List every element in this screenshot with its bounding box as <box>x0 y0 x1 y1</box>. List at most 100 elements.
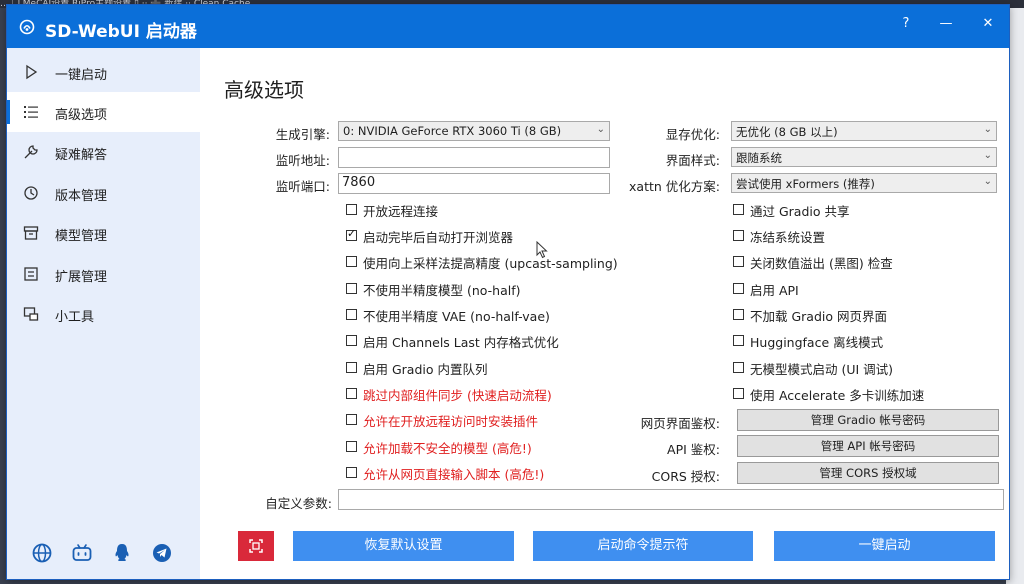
manage-gradio-auth-button[interactable]: 管理 Gradio 帐号密码 <box>737 409 999 431</box>
checkbox-label: 启用 Gradio 内置队列 <box>363 362 488 377</box>
listen-address-input[interactable] <box>338 147 610 168</box>
custom-args-input[interactable] <box>338 489 1004 510</box>
extension-icon <box>24 267 38 281</box>
checkbox-label: 启动完毕后自动打开浏览器 <box>363 230 514 245</box>
checkbox-box[interactable] <box>733 335 744 346</box>
screenshot-icon <box>249 539 263 553</box>
window-title: SD-WebUI 启动器 <box>45 22 197 42</box>
bilibili-icon[interactable] <box>71 542 93 564</box>
checkbox-box[interactable] <box>733 256 744 267</box>
vram-select-value: 无优化 (8 GB 以上) <box>736 125 838 139</box>
checkbox-box[interactable] <box>346 309 357 320</box>
checkbox-box[interactable] <box>346 256 357 267</box>
page-title: 高级选项 <box>224 78 304 102</box>
checkbox-label: Huggingface 离线模式 <box>750 335 884 350</box>
sidebar-item-label: 疑难解答 <box>55 148 108 163</box>
sidebar-item-label: 模型管理 <box>55 229 108 244</box>
vram-optimization-select[interactable]: 无优化 (8 GB 以上) ⌄ <box>731 121 997 141</box>
checkbox-label: 不加载 Gradio 网页界面 <box>750 309 887 324</box>
checkbox-label: 通过 Gradio 共享 <box>750 204 850 219</box>
checkbox-label: 允许从网页直接输入脚本 (高危!) <box>363 467 545 482</box>
listen-port-input[interactable]: 7860 <box>338 173 610 194</box>
checkbox-box[interactable] <box>346 441 357 452</box>
checkbox-label: 允许在开放远程访问时安装插件 <box>363 414 539 429</box>
launcher-window: SD-WebUI 启动器 ? — ✕ 一键启动 高级选项 疑难解答 版本管理 模… <box>6 4 1010 580</box>
history-icon <box>24 186 38 200</box>
checkbox-box[interactable] <box>733 230 744 241</box>
engine-select-value: 0: NVIDIA GeForce RTX 3060 Ti (8 GB) <box>343 124 562 138</box>
sidebar-item-label: 扩展管理 <box>55 270 108 285</box>
sidebar-item-launch[interactable]: 一键启动 <box>7 52 200 92</box>
xattn-select-value: 尝试使用 xFormers (推荐) <box>736 177 875 191</box>
custom-args-label: 自定义参数: <box>265 496 332 511</box>
manage-api-auth-button[interactable]: 管理 API 帐号密码 <box>737 435 999 457</box>
checkbox-label: 关闭数值溢出 (黑图) 检查 <box>750 256 893 271</box>
checkbox-box[interactable] <box>346 227 357 241</box>
screenshot-button[interactable] <box>238 531 274 561</box>
sidebar-item-troubleshoot[interactable]: 疑难解答 <box>7 132 200 172</box>
checkbox-label: 启用 API <box>750 283 799 298</box>
command-prompt-button[interactable]: 启动命令提示符 <box>533 531 753 561</box>
checkbox-label: 开放远程连接 <box>363 204 439 219</box>
listen-port-label: 监听端口: <box>275 179 330 194</box>
checkbox-box[interactable] <box>346 414 357 425</box>
reset-defaults-button[interactable]: 恢复默认设置 <box>293 531 514 561</box>
app-logo-icon <box>19 19 35 35</box>
checkbox-box[interactable] <box>346 204 357 215</box>
mouse-cursor-icon <box>536 241 548 259</box>
sidebar-item-versions[interactable]: 版本管理 <box>7 173 200 213</box>
wrench-icon <box>24 145 38 159</box>
chevron-down-icon: ⌄ <box>983 150 992 161</box>
checkbox-box[interactable] <box>733 362 744 373</box>
checkbox-label: 不使用半精度模型 (no-half) <box>363 283 521 298</box>
minimize-button[interactable]: — <box>931 11 961 37</box>
engine-select[interactable]: 0: NVIDIA GeForce RTX 3060 Ti (8 GB) ⌄ <box>338 121 610 141</box>
engine-label: 生成引擎: <box>275 127 330 142</box>
checkbox-box[interactable] <box>346 388 357 399</box>
sidebar-item-advanced[interactable]: 高级选项 <box>7 92 200 132</box>
xattn-label: xattn 优化方案: <box>629 179 720 194</box>
qq-icon[interactable] <box>111 542 133 564</box>
checkbox-label: 冻结系统设置 <box>750 230 826 245</box>
checkbox-label: 启用 Channels Last 内存格式优化 <box>363 335 559 350</box>
archive-icon <box>23 226 39 240</box>
sidebar-item-label: 小工具 <box>55 310 95 325</box>
sidebar-item-tools[interactable]: 小工具 <box>7 294 200 334</box>
telegram-icon[interactable] <box>151 542 173 564</box>
checkbox-box[interactable] <box>346 362 357 373</box>
vram-optimization-label: 显存优化: <box>665 127 720 142</box>
checkbox-box[interactable] <box>733 388 744 399</box>
checkbox-label: 允许加载不安全的模型 (高危!) <box>363 441 532 456</box>
launch-button[interactable]: 一键启动 <box>774 531 995 561</box>
title-bar[interactable]: SD-WebUI 启动器 ? — ✕ <box>7 5 1009 48</box>
tools-icon <box>23 307 39 321</box>
sidebar: 一键启动 高级选项 疑难解答 版本管理 模型管理 扩展管理 小工具 <box>7 48 200 579</box>
webui-auth-label: 网页界面鉴权: <box>640 416 720 431</box>
chevron-down-icon: ⌄ <box>983 176 992 187</box>
theme-select[interactable]: 跟随系统 ⌄ <box>731 147 997 167</box>
chevron-down-icon: ⌄ <box>983 124 992 135</box>
checkbox-box[interactable] <box>346 467 357 478</box>
manage-cors-button[interactable]: 管理 CORS 授权域 <box>737 462 999 484</box>
checkbox-box[interactable] <box>346 283 357 294</box>
checkbox-label: 跳过内部组件同步 (快速启动流程) <box>363 388 552 403</box>
globe-icon[interactable] <box>31 542 53 564</box>
checkbox-label: 使用 Accelerate 多卡训练加速 <box>750 388 925 403</box>
theme-label: 界面样式: <box>665 153 720 168</box>
checkbox-box[interactable] <box>733 283 744 294</box>
xattn-select[interactable]: 尝试使用 xFormers (推荐) ⌄ <box>731 173 997 193</box>
checkbox-label: 无模型模式启动 (UI 调试) <box>750 362 894 377</box>
play-icon <box>26 64 38 80</box>
checkbox-label: 使用向上采样法提高精度 (upcast-sampling) <box>363 256 618 271</box>
close-button[interactable]: ✕ <box>973 11 1003 37</box>
sidebar-item-label: 高级选项 <box>55 108 108 123</box>
sidebar-item-models[interactable]: 模型管理 <box>7 213 200 253</box>
checkbox-box[interactable] <box>733 309 744 320</box>
checkbox-box[interactable] <box>346 335 357 346</box>
sidebar-item-label: 一键启动 <box>55 68 108 83</box>
main-panel: 高级选项 生成引擎: 0: NVIDIA GeForce RTX 3060 Ti… <box>200 48 1009 579</box>
api-auth-label: API 鉴权: <box>667 442 720 457</box>
help-button[interactable]: ? <box>891 11 921 37</box>
checkbox-box[interactable] <box>733 204 744 215</box>
sidebar-item-extensions[interactable]: 扩展管理 <box>7 254 200 294</box>
